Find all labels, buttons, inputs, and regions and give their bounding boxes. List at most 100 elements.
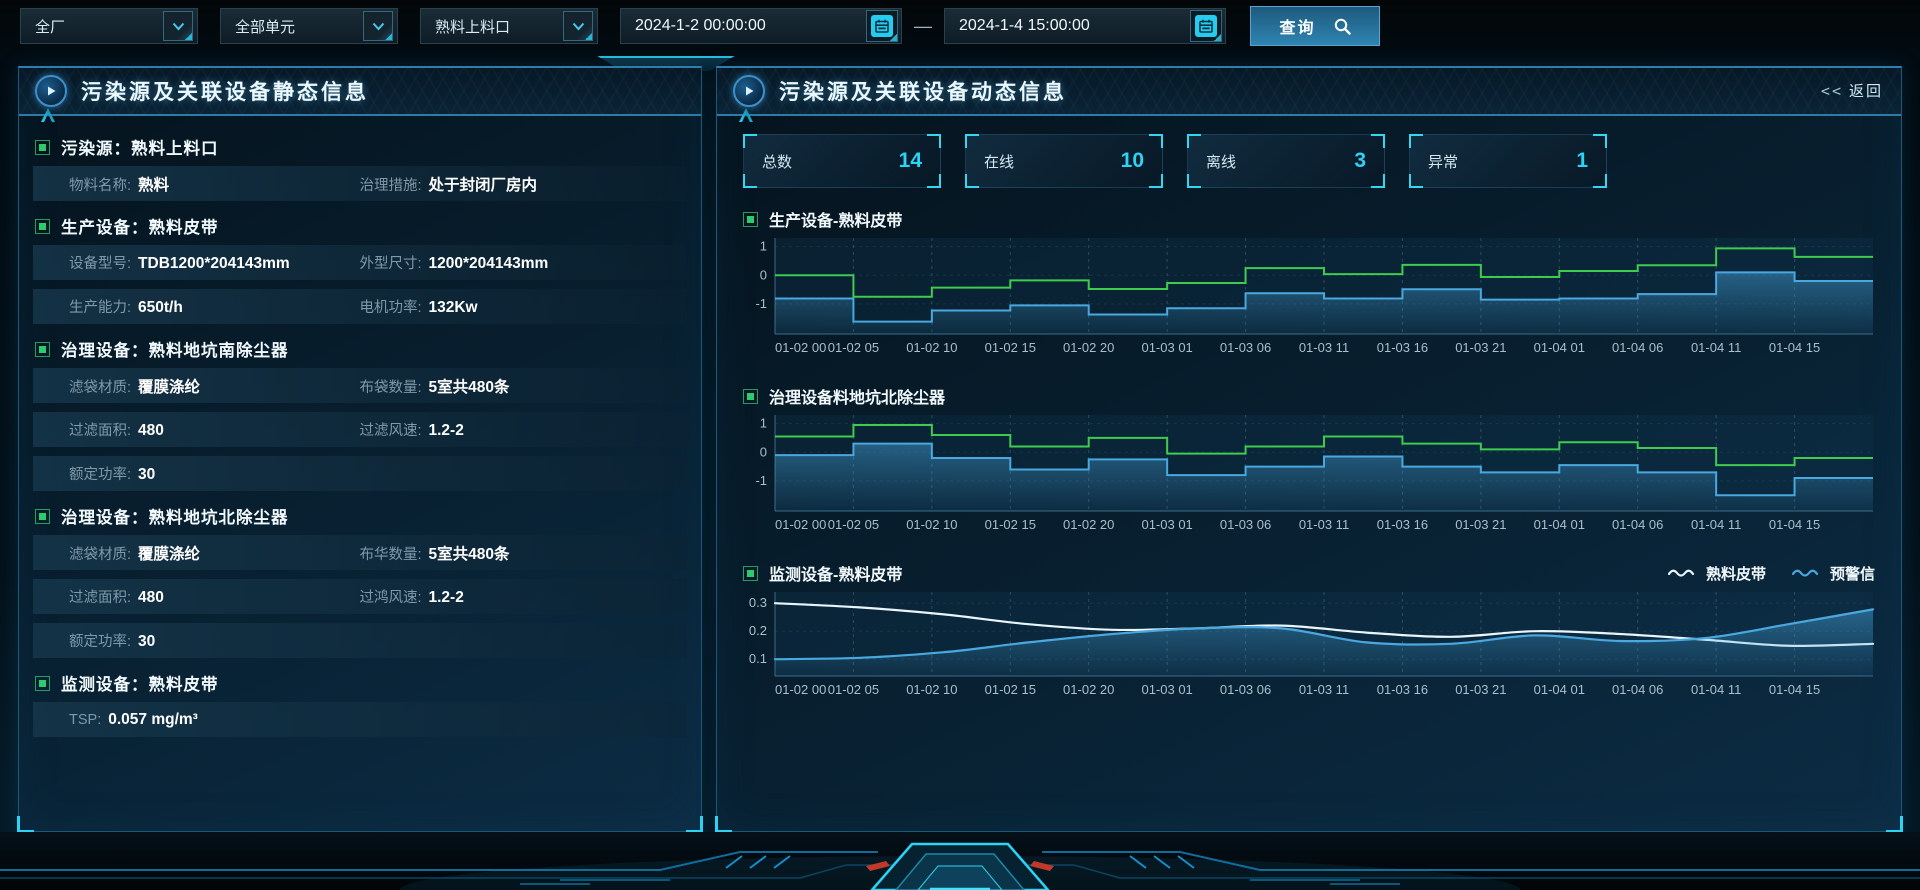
chevron-down-icon[interactable] [563, 11, 593, 41]
chart-block-monitor: 监测设备-熟料皮带 熟料皮带 预警信 01-02 0001-02 0501-02… [743, 560, 1875, 707]
dynamic-panel-title: 污染源及关联设备动态信息 [779, 76, 1067, 106]
dynamic-panel-header: 污染源及关联设备动态信息 <<返回 [717, 68, 1901, 116]
date-from-value: 2024-1-2 00:00:00 [635, 17, 766, 35]
svg-text:01-03 11: 01-03 11 [1299, 340, 1349, 355]
kv-value: 480 [138, 589, 164, 607]
chart-block-treatment: 治理设备料地坑北除尘器 01-02 0001-02 0501-02 1001-0… [743, 383, 1875, 542]
stat-label: 离线 [1206, 151, 1236, 172]
kv-label: 外型尺寸: [359, 252, 421, 273]
kv-value: 1.2-2 [428, 422, 463, 440]
kv-label: 额定功率: [69, 630, 131, 651]
svg-text:01-03 11: 01-03 11 [1299, 682, 1349, 697]
kv-pair: TSP: 0.057 mg/m³ [69, 711, 359, 729]
green-square-bullet [743, 212, 758, 227]
kv-value: 熟料 [138, 173, 169, 195]
kv-label: 生产能力: [69, 296, 131, 317]
legend-label: 熟料皮带 [1706, 563, 1766, 584]
kv-pair: 布袋数量:5室共480条 [359, 375, 687, 397]
chart-title-row: 监测设备-熟料皮带 熟料皮带 预警信 [743, 560, 1875, 586]
green-square-bullet [743, 389, 758, 404]
wavy-line-icon [1792, 568, 1822, 578]
query-button[interactable]: 查询 [1250, 6, 1380, 46]
svg-text:01-02 20: 01-02 20 [1063, 340, 1114, 355]
source-select[interactable]: 熟料上料口 [420, 8, 598, 44]
svg-text:01-03 16: 01-03 16 [1377, 340, 1428, 355]
section-row: 治理设备：熟料地坑南除尘器 [35, 333, 687, 365]
kv-row: 生产能力: 650t/h 电机功率:132Kw [33, 289, 687, 324]
kv-value: TDB1200*204143mm [138, 255, 290, 273]
svg-text:01-03 16: 01-03 16 [1377, 517, 1428, 532]
kv-value: 30 [138, 466, 155, 484]
stat-value: 3 [1354, 149, 1366, 173]
kv-label: 滤袋材质: [69, 543, 131, 564]
kv-pair: 电机功率:132Kw [359, 296, 687, 317]
svg-text:01-03 01: 01-03 01 [1141, 682, 1192, 697]
chevron-down-icon[interactable] [363, 11, 393, 41]
static-panel-header: 污染源及关联设备静态信息 [19, 68, 701, 116]
query-button-label: 查询 [1279, 14, 1315, 38]
kv-pair: 滤袋材质: 覆膜涤纶 [69, 542, 359, 564]
kv-label: 治理措施: [359, 174, 421, 195]
kv-value: 650t/h [138, 299, 183, 317]
green-square-bullet [35, 509, 50, 524]
stat-label: 总数 [762, 151, 792, 172]
kv-label: 布袋数量: [359, 376, 421, 397]
section-title: 治理设备：熟料地坑北除尘器 [61, 504, 289, 528]
calendar-icon-button[interactable] [866, 10, 898, 42]
stat-card-异常: 异常1 [1409, 134, 1607, 188]
kv-pair: 外型尺寸:1200*204143mm [359, 252, 687, 273]
kv-pair: 滤袋材质:覆膜涤纶 [69, 375, 359, 397]
green-square-bullet [35, 676, 50, 691]
svg-text:01-02 15: 01-02 15 [985, 682, 1036, 697]
svg-text:01-04 11: 01-04 11 [1691, 517, 1741, 532]
svg-text:01-02 15: 01-02 15 [985, 340, 1036, 355]
legend-item-warning[interactable]: 预警信 [1792, 563, 1875, 584]
kv-label: 额定功率: [69, 463, 131, 484]
svg-text:01-02 10: 01-02 10 [906, 517, 957, 532]
section-row: 生产设备：熟料皮带 [35, 210, 687, 242]
play-icon [733, 75, 765, 107]
svg-text:1: 1 [760, 416, 767, 431]
green-square-bullet [35, 342, 50, 357]
calendar-icon [1195, 15, 1217, 37]
kv-pair: 过滤风速:1.2-2 [359, 419, 687, 440]
kv-value: 覆膜涤纶 [138, 375, 200, 397]
kv-value: 覆膜涤纶 [138, 542, 200, 564]
kv-value: 0.057 mg/m³ [108, 711, 198, 729]
section-title: 监测设备：熟料皮带 [61, 671, 219, 695]
svg-text:0.3: 0.3 [749, 595, 767, 610]
svg-text:01-04 15: 01-04 15 [1769, 682, 1820, 697]
svg-text:0: 0 [760, 267, 767, 282]
date-from-input[interactable]: 2024-1-2 00:00:00 [620, 8, 902, 44]
legend-label: 预警信 [1830, 563, 1875, 584]
back-button[interactable]: <<返回 [1821, 80, 1883, 101]
plant-select[interactable]: 全厂 [20, 8, 198, 44]
kv-row: 额定功率:30 [33, 623, 687, 658]
chevron-down-icon[interactable] [163, 11, 193, 41]
svg-text:01-02 10: 01-02 10 [906, 340, 957, 355]
unit-select[interactable]: 全部单元 [220, 8, 398, 44]
section-row: 监测设备：熟料皮带 [35, 667, 687, 699]
svg-text:01-02 20: 01-02 20 [1063, 682, 1114, 697]
kv-row: 物料名称:熟料治理措施:处于封闭厂房内 [33, 166, 687, 201]
kv-row: 过滤面积:480过鸿风速:1.2-2 [33, 579, 687, 614]
kv-value: 5室共480条 [428, 542, 509, 564]
date-to-value: 2024-1-4 15:00:00 [959, 17, 1090, 35]
svg-text:01-02 00: 01-02 00 [775, 340, 826, 355]
legend-item-belt[interactable]: 熟料皮带 [1668, 563, 1766, 584]
stat-value: 14 [899, 149, 922, 173]
date-to-input[interactable]: 2024-1-4 15:00:00 [944, 8, 1226, 44]
kv-pair: 物料名称:熟料 [69, 173, 359, 195]
kv-label: 过滤面积: [69, 419, 131, 440]
svg-text:0: 0 [760, 444, 767, 459]
kv-label: TSP: [69, 712, 101, 728]
source-select-value: 熟料上料口 [435, 16, 510, 37]
svg-text:01-04 06: 01-04 06 [1612, 682, 1663, 697]
section-title: 污染源：熟料上料口 [61, 135, 219, 159]
static-info-rows: 污染源：熟料上料口物料名称:熟料治理措施:处于封闭厂房内生产设备：熟料皮带设备型… [19, 116, 701, 737]
chart-legend: 熟料皮带 预警信 [1668, 563, 1875, 584]
svg-text:01-04 11: 01-04 11 [1691, 340, 1741, 355]
calendar-icon-button[interactable] [1190, 10, 1222, 42]
kv-value: 132Kw [428, 299, 477, 317]
svg-text:01-02 05: 01-02 05 [828, 340, 879, 355]
